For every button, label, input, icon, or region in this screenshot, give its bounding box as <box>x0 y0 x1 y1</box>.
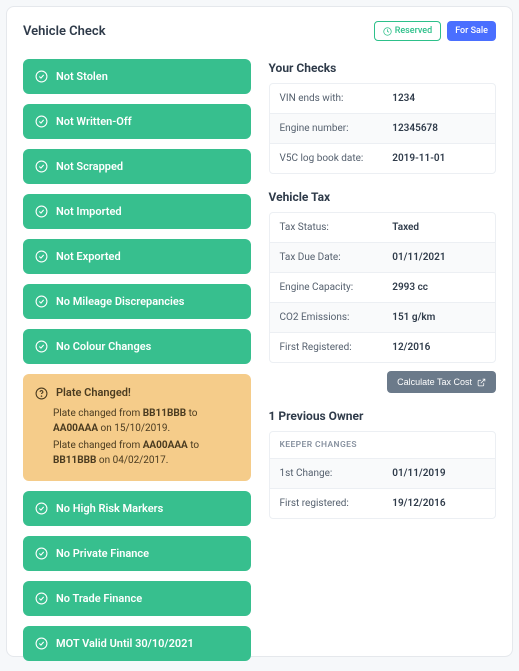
row-label: First Registered: <box>270 333 383 362</box>
check-circle-icon <box>35 205 48 218</box>
check-circle-icon <box>35 115 48 128</box>
status-pill: Not Stolen <box>23 59 251 94</box>
check-circle-icon <box>35 637 48 650</box>
status-label: Not Exported <box>56 250 121 263</box>
table-row: First registered:19/12/2016 <box>270 489 496 518</box>
table-row: First Registered:12/2016 <box>270 333 496 362</box>
row-value: 151 g/km <box>382 303 495 332</box>
reserved-badge: Reserved <box>374 21 442 41</box>
status-pill: Not Written-Off <box>23 104 251 139</box>
status-label: No Mileage Discrepancies <box>56 295 184 308</box>
row-label: V5C log book date: <box>270 144 383 173</box>
check-circle-icon <box>35 295 48 308</box>
table-row: 1st Change:01/11/2019 <box>270 459 496 489</box>
reserved-label: Reserved <box>395 26 433 36</box>
calculate-tax-button[interactable]: Calculate Tax Cost <box>387 371 496 393</box>
row-value: 12/2016 <box>382 333 495 362</box>
check-circle-icon <box>35 340 48 353</box>
row-value: 2993 cc <box>382 273 495 302</box>
check-circle-icon <box>35 592 48 605</box>
row-value: 12345678 <box>382 114 495 143</box>
row-label: Engine Capacity: <box>270 273 383 302</box>
row-value: 01/11/2019 <box>382 459 495 488</box>
status-pill: Not Imported <box>23 194 251 229</box>
row-label: 1st Change: <box>270 459 383 488</box>
check-circle-icon <box>35 547 48 560</box>
clock-icon <box>383 27 392 36</box>
warning-title: Plate Changed! <box>56 385 131 402</box>
status-label: No Private Finance <box>56 547 149 560</box>
previous-owner-title: 1 Previous Owner <box>269 409 497 423</box>
details-column: Your Checks VIN ends with:1234Engine num… <box>269 59 497 671</box>
row-label: Engine number: <box>270 114 383 143</box>
table-row: Engine Capacity:2993 cc <box>270 273 496 303</box>
vehicle-tax-title: Vehicle Tax <box>269 190 497 204</box>
for-sale-label: For Sale <box>455 26 488 36</box>
row-value: 19/12/2016 <box>382 489 495 518</box>
row-label: Tax Due Date: <box>270 243 383 272</box>
status-label: Not Scrapped <box>56 160 123 173</box>
row-label: VIN ends with: <box>270 84 383 113</box>
status-label: No High Risk Markers <box>56 502 163 515</box>
row-value: 1234 <box>382 84 495 113</box>
page-title: Vehicle Check <box>23 24 106 39</box>
status-pill: Not Exported <box>23 239 251 274</box>
status-pill: No Trade Finance <box>23 581 251 616</box>
table-row: Tax Status:Taxed <box>270 213 496 243</box>
vehicle-check-card: Vehicle Check Reserved For Sale Not Stol… <box>6 6 513 657</box>
warning-line: Plate changed from BB11BBB to AA00AAA on… <box>53 406 239 436</box>
status-pill: No Private Finance <box>23 536 251 571</box>
row-value: 2019-11-01 <box>382 144 495 173</box>
status-label: Not Written-Off <box>56 115 132 128</box>
row-value: 01/11/2021 <box>382 243 495 272</box>
status-pill: Not Scrapped <box>23 149 251 184</box>
plate-changed-warning: Plate Changed! Plate changed from BB11BBB… <box>23 374 251 481</box>
status-label: Not Stolen <box>56 70 108 83</box>
table-row: CO2 Emissions:151 g/km <box>270 303 496 333</box>
check-circle-icon <box>35 70 48 83</box>
for-sale-badge: For Sale <box>447 21 496 41</box>
status-column: Not Stolen Not Written-Off Not Scrapped Not… <box>23 59 251 671</box>
table-row: V5C log book date:2019-11-01 <box>270 144 496 173</box>
table-row: Tax Due Date:01/11/2021 <box>270 243 496 273</box>
status-label: MOT Valid Until 30/10/2021 <box>56 637 194 650</box>
external-link-icon <box>477 378 486 387</box>
status-badges: Reserved For Sale <box>374 21 496 41</box>
row-value: Taxed <box>382 213 495 242</box>
table-row: Engine number:12345678 <box>270 114 496 144</box>
warning-line: Plate changed from AA00AAA to BB11BBB on… <box>53 438 239 468</box>
status-pill: No High Risk Markers <box>23 491 251 526</box>
calculate-tax-label: Calculate Tax Cost <box>397 377 472 387</box>
your-checks-title: Your Checks <box>269 61 497 75</box>
status-label: Not Imported <box>56 205 122 218</box>
status-label: No Colour Changes <box>56 340 151 353</box>
previous-owner-table: KEEPER CHANGES1st Change:01/11/2019First… <box>269 431 497 519</box>
check-circle-icon <box>35 250 48 263</box>
your-checks-table: VIN ends with:1234Engine number:12345678… <box>269 83 497 174</box>
status-pill: MOT Valid Until 30/10/2021 <box>23 626 251 661</box>
table-header: KEEPER CHANGES <box>270 432 496 459</box>
row-label: CO2 Emissions: <box>270 303 383 332</box>
vehicle-tax-table: Tax Status:TaxedTax Due Date:01/11/2021E… <box>269 212 497 363</box>
status-pill: No Colour Changes <box>23 329 251 364</box>
card-header: Vehicle Check Reserved For Sale <box>23 21 496 41</box>
check-circle-icon <box>35 160 48 173</box>
status-label: No Trade Finance <box>56 592 142 605</box>
question-circle-icon <box>35 387 48 400</box>
row-label: First registered: <box>270 489 383 518</box>
table-row: VIN ends with:1234 <box>270 84 496 114</box>
status-pill: No Mileage Discrepancies <box>23 284 251 319</box>
check-circle-icon <box>35 502 48 515</box>
row-label: Tax Status: <box>270 213 383 242</box>
